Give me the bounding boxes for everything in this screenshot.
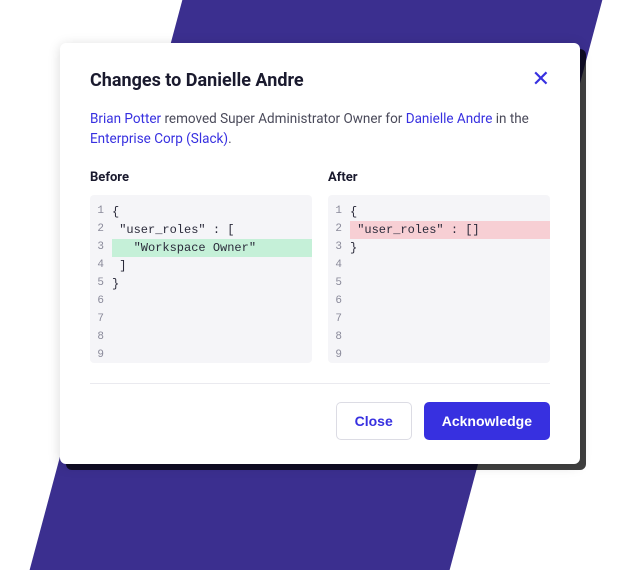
after-label: After <box>328 170 550 185</box>
close-icon[interactable]: ✕ <box>532 69 550 91</box>
subject-link[interactable]: Danielle Andre <box>406 111 493 127</box>
close-button[interactable]: Close <box>336 402 412 440</box>
after-column: After 1{2 "user_roles" : []3}456789 <box>328 170 550 363</box>
before-label: Before <box>90 170 312 185</box>
change-description: Brian Potter removed Super Administrator… <box>90 109 550 150</box>
line-number: 2 <box>328 221 350 239</box>
line-content <box>112 329 312 347</box>
line-content <box>350 347 550 363</box>
code-line: 1{ <box>328 203 550 221</box>
code-line: 7 <box>90 311 312 329</box>
line-content <box>112 293 312 311</box>
desc-text-2: in the <box>492 111 528 127</box>
code-line: 7 <box>328 311 550 329</box>
line-content <box>350 293 550 311</box>
line-content <box>350 329 550 347</box>
diff-container: Before 1{2 "user_roles" : [3 "Workspace … <box>90 170 550 363</box>
code-line: 3 "Workspace Owner" <box>90 239 312 257</box>
line-content: { <box>350 203 550 221</box>
desc-text-1: removed Super Administrator Owner for <box>161 111 406 127</box>
code-line: 9 <box>90 347 312 363</box>
code-line: 3} <box>328 239 550 257</box>
line-number: 5 <box>328 275 350 293</box>
after-code-block: 1{2 "user_roles" : []3}456789 <box>328 195 550 363</box>
line-number: 9 <box>90 347 112 363</box>
line-number: 9 <box>328 347 350 363</box>
code-line: 8 <box>328 329 550 347</box>
code-line: 4 <box>328 257 550 275</box>
line-content: } <box>350 239 550 257</box>
line-content: { <box>112 203 312 221</box>
line-content: "user_roles" : [] <box>350 221 550 239</box>
line-content <box>350 257 550 275</box>
line-content: "Workspace Owner" <box>112 239 312 257</box>
line-number: 5 <box>90 275 112 293</box>
code-line: 9 <box>328 347 550 363</box>
code-line: 6 <box>90 293 312 311</box>
line-number: 1 <box>90 203 112 221</box>
before-column: Before 1{2 "user_roles" : [3 "Workspace … <box>90 170 312 363</box>
line-number: 6 <box>90 293 112 311</box>
acknowledge-button[interactable]: Acknowledge <box>424 402 550 440</box>
actor-link[interactable]: Brian Potter <box>90 111 161 127</box>
code-line: 1{ <box>90 203 312 221</box>
code-line: 6 <box>328 293 550 311</box>
line-content: ] <box>112 257 312 275</box>
line-number: 7 <box>90 311 112 329</box>
line-number: 3 <box>90 239 112 257</box>
code-line: 2 "user_roles" : [] <box>328 221 550 239</box>
line-number: 8 <box>328 329 350 347</box>
line-number: 8 <box>90 329 112 347</box>
code-line: 8 <box>90 329 312 347</box>
line-content: } <box>112 275 312 293</box>
modal-footer: Close Acknowledge <box>90 402 550 440</box>
line-number: 1 <box>328 203 350 221</box>
code-line: 4 ] <box>90 257 312 275</box>
modal-header: Changes to Danielle Andre ✕ <box>90 69 550 91</box>
code-line: 5} <box>90 275 312 293</box>
line-content <box>350 311 550 329</box>
code-line: 5 <box>328 275 550 293</box>
line-number: 6 <box>328 293 350 311</box>
line-number: 3 <box>328 239 350 257</box>
code-line: 2 "user_roles" : [ <box>90 221 312 239</box>
line-content <box>112 311 312 329</box>
workspace-link[interactable]: Enterprise Corp (Slack) <box>90 131 228 147</box>
line-number: 7 <box>328 311 350 329</box>
line-content <box>350 275 550 293</box>
line-number: 2 <box>90 221 112 239</box>
desc-text-3: . <box>228 131 232 147</box>
line-number: 4 <box>90 257 112 275</box>
line-content <box>112 347 312 363</box>
line-number: 4 <box>328 257 350 275</box>
footer-divider <box>90 383 550 384</box>
changes-modal: Changes to Danielle Andre ✕ Brian Potter… <box>60 43 580 464</box>
before-code-block: 1{2 "user_roles" : [3 "Workspace Owner"4… <box>90 195 312 363</box>
line-content: "user_roles" : [ <box>112 221 312 239</box>
modal-title: Changes to Danielle Andre <box>90 70 304 91</box>
